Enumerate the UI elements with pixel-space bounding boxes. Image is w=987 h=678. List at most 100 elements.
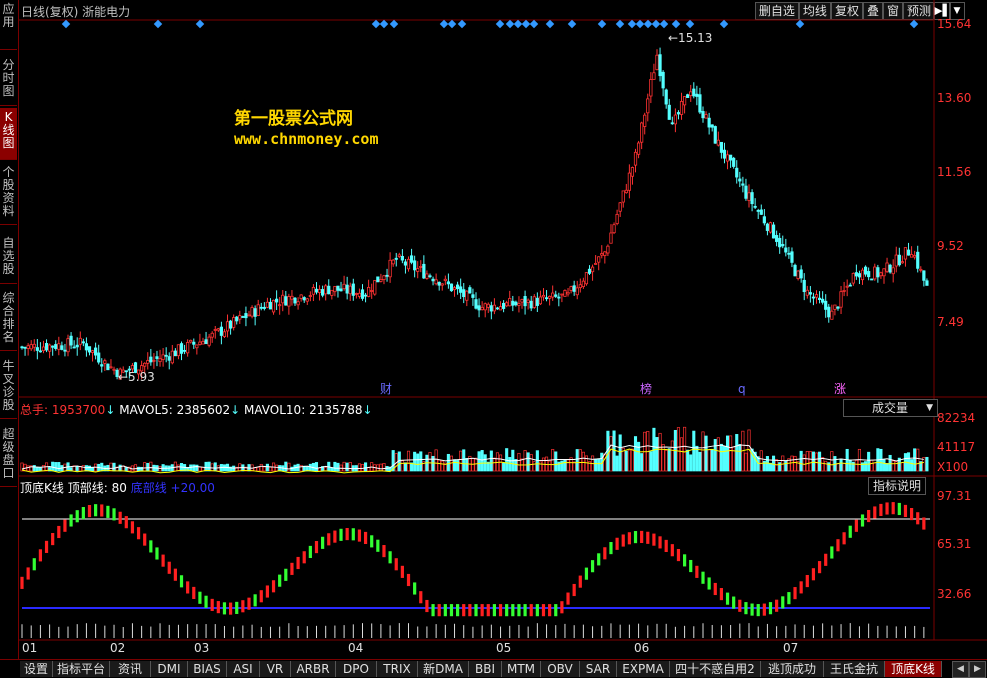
- volume-bar: [698, 451, 702, 472]
- candle-body: [370, 290, 374, 292]
- sidebar-item-0[interactable]: 应用: [0, 0, 17, 50]
- candle-body: [790, 251, 794, 263]
- mavol5-value: 2385602: [176, 403, 231, 417]
- tab-16[interactable]: 四十不惑自用2: [670, 661, 761, 677]
- tab-3[interactable]: DMI: [151, 661, 188, 677]
- candle-body: [698, 94, 702, 113]
- sidebar-item-6[interactable]: 牛叉诊股: [0, 357, 17, 419]
- tab-11[interactable]: BBI: [469, 661, 502, 677]
- candle-body: [336, 285, 340, 291]
- indicator-bar: [486, 604, 490, 617]
- sidebar-item-2[interactable]: K线图: [0, 108, 17, 160]
- indicator-bar: [548, 604, 552, 617]
- scroll-right-icon[interactable]: ▶: [969, 661, 986, 678]
- volume-bar: [772, 455, 776, 472]
- candle-body: [186, 342, 190, 354]
- candle-body: [155, 356, 159, 359]
- sidebar-item-3[interactable]: 个股资料: [0, 163, 17, 225]
- down-arrow-icon: ↓: [362, 403, 373, 417]
- mavol10-label: MAVOL10:: [244, 403, 306, 417]
- tab-4[interactable]: BIAS: [188, 661, 227, 677]
- sidebar-item-1[interactable]: 分时图: [0, 56, 17, 106]
- candle-body: [225, 321, 230, 332]
- candle-body: [317, 289, 322, 294]
- volume-bar: [716, 437, 720, 472]
- candle-body: [143, 362, 147, 367]
- signal-diamond: [389, 19, 399, 29]
- indicator-bar: [32, 558, 36, 571]
- volume-bar: [689, 454, 693, 472]
- tab-9[interactable]: TRIX: [377, 661, 418, 677]
- candle-body: [189, 339, 193, 343]
- tab-17[interactable]: 逃顶成功: [761, 661, 824, 677]
- candle-body: [762, 216, 766, 224]
- tab-13[interactable]: OBV: [541, 661, 580, 677]
- volume-bar: [492, 457, 496, 472]
- volume-bar: [658, 432, 662, 472]
- mavol5-label: MAVOL5:: [119, 403, 173, 417]
- indicator-bar: [290, 562, 294, 575]
- volume-bar: [839, 458, 843, 472]
- volume-bar: [330, 467, 334, 472]
- candle-body: [483, 303, 487, 311]
- candle-body: [741, 183, 745, 186]
- tab-19[interactable]: 顶底K线: [885, 661, 942, 677]
- tab-18[interactable]: 王氏金抗: [824, 661, 885, 677]
- signal-diamond: [195, 19, 205, 29]
- volume-bar: [581, 451, 585, 472]
- candle-body: [909, 254, 914, 258]
- candle-body: [827, 306, 831, 318]
- tab-10[interactable]: 新DMA: [418, 661, 469, 677]
- indicator-bar: [707, 577, 711, 590]
- candle-body: [689, 91, 693, 96]
- tab-7[interactable]: ARBR: [291, 661, 336, 677]
- volume-bar: [137, 466, 141, 472]
- candle-body: [492, 304, 497, 312]
- indicator-bar: [909, 508, 914, 521]
- tab-8[interactable]: DPO: [336, 661, 377, 677]
- indicator-bar: [775, 599, 779, 612]
- candle-body: [590, 266, 595, 273]
- tab-0[interactable]: 设置: [20, 661, 53, 677]
- volume-bar: [624, 450, 628, 472]
- candle-body: [554, 294, 558, 297]
- indicator-bar: [235, 601, 239, 614]
- sidebar-item-7[interactable]: 超级盘口: [0, 425, 17, 487]
- indicator-bar: [719, 588, 724, 601]
- indicator-bar: [149, 540, 153, 553]
- candle-body: [462, 289, 466, 298]
- volume-bar: [554, 451, 558, 472]
- volume-bar: [879, 448, 883, 472]
- sidebar-item-5[interactable]: 综合排名: [0, 289, 17, 351]
- volume-bar: [575, 449, 579, 472]
- candle-body: [913, 254, 917, 258]
- kline-chart[interactable]: ←15.13 ←5.93 财 榜 q 涨: [18, 0, 987, 662]
- indicator-bar: [75, 510, 79, 523]
- candle-body: [839, 291, 843, 308]
- indicator-help-button[interactable]: 指标说明: [868, 477, 927, 495]
- tab-5[interactable]: ASI: [227, 661, 260, 677]
- candle-body: [112, 368, 116, 371]
- volume-bar: [811, 451, 815, 472]
- volume-select-button[interactable]: 成交量 ▼: [843, 399, 938, 417]
- candle-body: [750, 192, 754, 205]
- tab-15[interactable]: EXPMA: [617, 661, 670, 677]
- indicator-bar: [799, 581, 803, 594]
- volume-bar: [802, 454, 806, 472]
- candle-body: [170, 350, 174, 364]
- volume-bar: [133, 464, 138, 472]
- tab-6[interactable]: VR: [260, 661, 291, 677]
- tab-12[interactable]: MTM: [502, 661, 541, 677]
- candle-body: [241, 316, 245, 318]
- indicator-bar: [308, 545, 312, 559]
- tab-1[interactable]: 指标平台: [53, 661, 110, 677]
- tab-14[interactable]: SAR: [580, 661, 617, 677]
- scroll-left-icon[interactable]: ◀: [952, 661, 969, 678]
- chevron-down-icon: ▼: [926, 403, 933, 413]
- candle-body: [575, 287, 579, 296]
- candle-body: [327, 285, 331, 295]
- volume-bar: [416, 453, 420, 472]
- tab-2[interactable]: 资讯: [110, 661, 151, 677]
- sidebar-item-4[interactable]: 自选股: [0, 234, 17, 284]
- signal-diamond: [447, 19, 457, 29]
